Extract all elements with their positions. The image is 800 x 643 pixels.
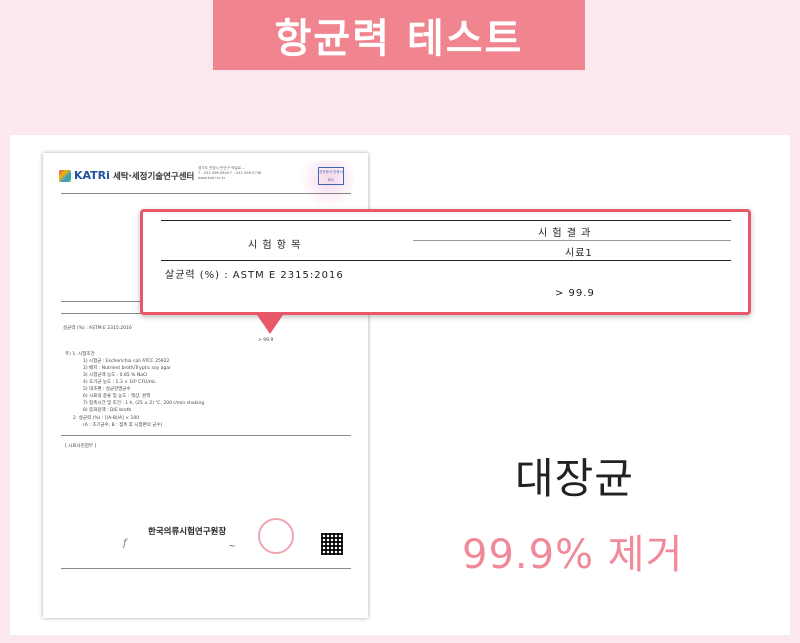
result-value: > 99.9: [258, 338, 274, 343]
note-line: 5) 대조편 : 살균한멸균수: [83, 387, 131, 392]
divider: [61, 435, 351, 436]
note-line: 3) 시험균액 농도 : 0.85 % NaCl: [83, 373, 148, 378]
qr-code: [321, 533, 343, 555]
organism-name: 대장균: [515, 454, 634, 503]
test-item-row: 살균력 (%) : ASTM E 2315:2016: [165, 270, 344, 281]
lab-address: 경기도 안양시 만안구 박달로 ... T : 031-596-5800 F :…: [198, 166, 262, 180]
note-line: 6) 시료의 종류 및 농도 : 액상, 원액: [83, 394, 151, 399]
certificate-badge: 전자문서 인증서비스: [318, 167, 344, 185]
note-line: 주) 1. 시험조건: [65, 352, 95, 357]
result-value: > 99.9: [555, 288, 595, 299]
column-header-result: 시 험 결 과: [538, 228, 592, 239]
test-item-row: 살균력 (%) : ASTM E 2315:2016: [63, 326, 132, 331]
photo-attachment-note: [ 시료사진첨부 ]: [65, 444, 97, 449]
logo-brand: KATRi: [74, 169, 110, 182]
column-header-item: 시 험 항 목: [248, 240, 302, 251]
sample-label: 시료1: [565, 248, 593, 259]
note-line: 4) 초기균 농도 : 1.3 × 10⁵ CFU/mL: [83, 380, 156, 385]
logo-icon: [59, 169, 71, 182]
note-line: 7) 접촉시간 및 조건 : 1 h, (25 ± 2) ℃, 200 r/mi…: [83, 401, 205, 406]
callout-pointer: [255, 312, 285, 334]
lab-name: 한국의류시험연구원장: [148, 527, 227, 537]
note-line: (A : 초기균수, B : 접촉 후 시험편의 균수): [83, 423, 163, 428]
removal-rate: 99.9% 제거: [462, 532, 684, 578]
katri-logo: KATRi 세탁·세정기술연구센터: [59, 169, 194, 182]
logo-name: 세탁·세정기술연구센터: [112, 171, 195, 182]
header-rule: [413, 240, 731, 241]
note-line: 8) 중화용액 : D/E broth: [83, 408, 132, 413]
table-top-rule: [161, 220, 731, 221]
note-line: 2) 배지 : Nutrient broth/Tryptic soy agar: [83, 366, 171, 371]
result-zoom-callout: 시 험 항 목 시 험 결 과 시료1 살균력 (%) : ASTM E 231…: [140, 209, 751, 334]
note-line: 2. 살균력 (%) : [(A-B)/A] × 100: [73, 416, 140, 421]
official-stamp: [258, 518, 294, 554]
divider: [61, 568, 351, 569]
table-header-rule: [161, 260, 731, 261]
title-banner: 항균력 테스트: [213, 0, 585, 70]
page-title: 항균력 테스트: [274, 16, 524, 62]
note-line: 1) 시험균 : Escherichia coli ATCC 25922: [83, 359, 170, 364]
divider: [61, 193, 351, 194]
signature: f: [123, 538, 127, 549]
signature: ~: [228, 541, 237, 552]
